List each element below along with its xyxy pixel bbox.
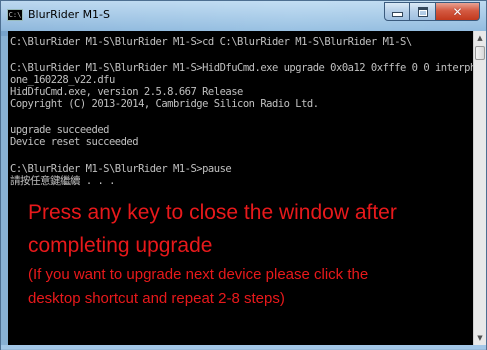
close-button[interactable]: ✕ [436, 2, 480, 21]
instruction-line-4: desktop shortcut and repeat 2-8 steps) [28, 290, 285, 307]
scrollbar-thumb[interactable] [475, 46, 485, 60]
console-line: C:\BlurRider M1-S\BlurRider M1-S>cd C:\B… [10, 36, 412, 48]
console-window: C:\ BlurRider M1-S ✕ C:\BlurRider M1-S\B… [0, 0, 487, 350]
console-line: one_160228_v22.dfu [10, 74, 115, 86]
maximize-icon [417, 6, 428, 17]
window-title: BlurRider M1-S [28, 8, 111, 21]
scroll-down-icon[interactable]: ▼ [474, 331, 486, 345]
maximize-button[interactable] [410, 2, 436, 21]
console-line: Device reset succeeded [10, 136, 139, 148]
title-bar[interactable]: C:\ BlurRider M1-S ✕ [1, 1, 486, 31]
console-line: C:\BlurRider M1-S\BlurRider M1-S>pause [10, 163, 232, 175]
console-output[interactable]: C:\BlurRider M1-S\BlurRider M1-S>cd C:\B… [8, 31, 473, 345]
instruction-line-3: (If you want to upgrade next device plea… [28, 266, 369, 283]
scroll-up-icon[interactable]: ▲ [474, 31, 486, 45]
console-line: Copyright (C) 2013-2014, Cambridge Silic… [10, 98, 319, 110]
minimize-icon [391, 12, 403, 17]
console-line: C:\BlurRider M1-S\BlurRider M1-S>HidDfuC… [10, 62, 473, 74]
minimize-button[interactable] [384, 2, 410, 21]
window-controls: ✕ [384, 2, 480, 21]
vertical-scrollbar[interactable]: ▲ ▼ [473, 31, 486, 345]
window-bottom-border [1, 345, 486, 350]
instruction-line-1: Press any key to close the window after [28, 201, 397, 224]
console-line: HidDfuCmd.exe, version 2.5.8.667 Release [10, 86, 243, 98]
console-line: 請按任意鍵繼續 . . . [10, 175, 115, 187]
instruction-line-2: completing upgrade [28, 234, 213, 257]
close-icon: ✕ [452, 4, 463, 19]
console-line: upgrade succeeded [10, 124, 109, 136]
console-icon[interactable]: C:\ [7, 9, 23, 21]
